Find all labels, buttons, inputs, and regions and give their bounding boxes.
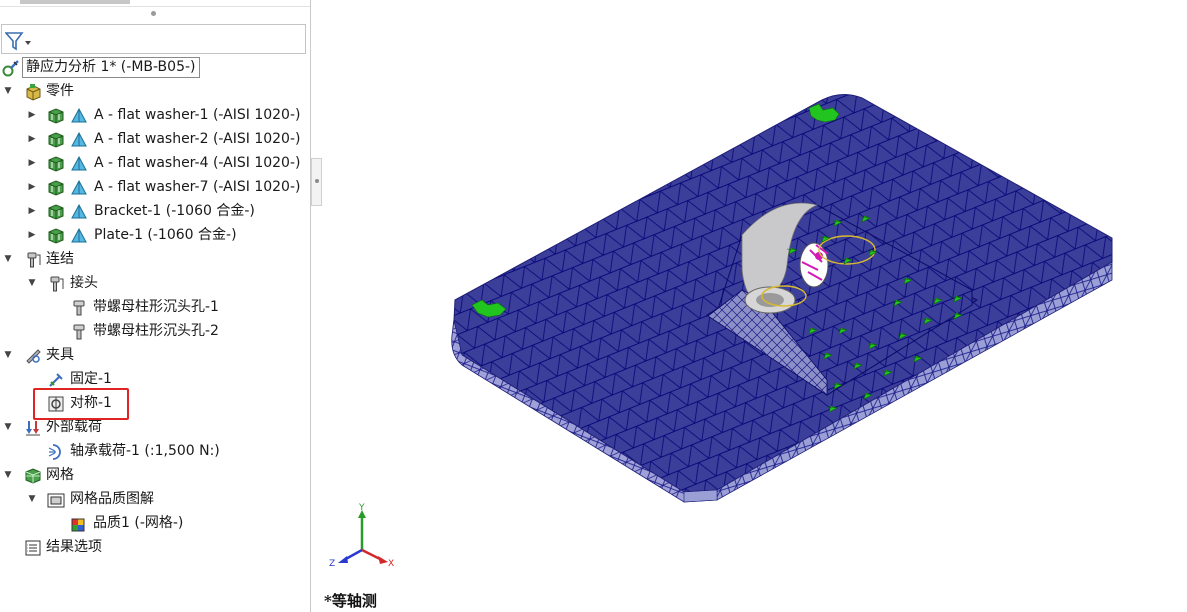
triad-z-label: Z [329,559,335,569]
solid-body-icon [48,108,64,124]
collapse-arrow-icon[interactable]: ▼ [2,248,14,271]
triad-y-label: Y [358,503,365,513]
collapse-arrow-icon[interactable]: ▼ [2,464,14,487]
tree-item-fixtures[interactable]: ▼ 夹具 [0,344,310,367]
tree-item-part[interactable]: ▶ A - flat washer-1 (-AISI 1020-) [0,104,310,127]
bearing-load-icon [48,444,61,460]
connections-label: 连结 [46,251,74,267]
expand-arrow-icon[interactable]: ▶ [26,176,38,199]
triad-x-label: X [388,559,394,569]
tree-item-joint[interactable]: ▼ 接头 [0,272,310,295]
quality-label: 品质1 (-网格-) [93,515,184,531]
material-icon [71,227,87,243]
material-icon [71,107,87,123]
collapse-arrow-icon[interactable]: ▼ [26,272,38,295]
tree-item-bolt[interactable]: 带螺母柱形沉头孔-1 [0,296,310,319]
panel-splitter[interactable] [311,158,322,206]
view-orientation-label: *等轴测 [324,592,377,610]
filter-icon[interactable] [5,31,35,51]
selection-highlight [33,388,129,420]
expand-arrow-icon[interactable]: ▶ [26,104,38,127]
mesh-icon [25,468,41,484]
splitter-grip-icon [315,179,319,183]
result-options-icon [25,540,41,556]
part-label: Bracket-1 (-1060 合金-) [94,203,255,219]
tree-item-parts[interactable]: ▼ 零件 [0,80,310,103]
mesh-label: 网格 [46,467,74,483]
solid-body-icon [48,132,64,148]
tree-item-part[interactable]: ▶ A - flat washer-2 (-AISI 1020-) [0,128,310,151]
tree-item-connections[interactable]: ▼ 连结 [0,248,310,271]
part-label: A - flat washer-4 (-AISI 1020-) [94,155,301,171]
material-icon [71,155,87,171]
graphics-viewport[interactable]: Y X Z *等轴测 [322,0,1187,612]
resize-grip[interactable] [151,11,156,16]
fixtures-icon [26,349,41,364]
tree-item-part[interactable]: ▶ A - flat washer-4 (-AISI 1020-) [0,152,310,175]
quality-plot-icon [71,518,85,532]
expand-arrow-icon[interactable]: ▶ [26,152,38,175]
fixtures-label: 夹具 [46,347,74,363]
tree-item-part[interactable]: ▶ Bracket-1 (-1060 合金-) [0,200,310,223]
connections-icon [27,252,41,268]
collapse-arrow-icon[interactable]: ▼ [26,488,38,511]
tree-item-quality[interactable]: 品质1 (-网格-) [0,512,310,535]
bolt-label: 带螺母柱形沉头孔-1 [93,299,219,315]
study-label: 静应力分析 1* (-MB-B05-) [22,57,200,78]
solid-body-icon [48,180,64,196]
bolt-icon [73,324,85,340]
axis-triad: Y X Z [329,503,394,569]
tree-filter-input[interactable] [1,24,306,54]
bolt-icon [73,300,85,316]
expand-arrow-icon[interactable]: ▶ [26,224,38,247]
bolt-label: 带螺母柱形沉头孔-2 [93,323,219,339]
joint-label: 接头 [70,275,98,291]
tree-item-part[interactable]: ▶ A - flat washer-7 (-AISI 1020-) [0,176,310,199]
collapse-arrow-icon[interactable]: ▼ [2,344,14,367]
parts-icon [26,84,41,101]
tree-item-study[interactable]: 静应力分析 1* (-MB-B05-) [0,56,310,79]
collapse-arrow-icon[interactable]: ▼ [2,416,14,439]
result-options-label: 结果选项 [46,539,102,555]
tree-item-result-options[interactable]: 结果选项 [0,536,310,559]
tree-item-bearing-load[interactable]: 轴承载荷-1 (:1,500 N:) [0,440,310,463]
joint-icon [50,276,64,292]
tree-item-part[interactable]: ▶ Plate-1 (-1060 合金-) [0,224,310,247]
fixed-geometry-icon [49,373,63,387]
external-loads-icon [26,421,40,436]
material-icon [71,131,87,147]
bearing-load-label: 轴承载荷-1 (:1,500 N:) [70,443,220,459]
folder-icon [47,493,65,508]
expand-arrow-icon[interactable]: ▶ [26,128,38,151]
feature-manager-panel: 静应力分析 1* (-MB-B05-) ▼ 零件 ▶ A - flat wash… [0,0,311,612]
mesh-model[interactable]: Y X Z [322,0,1187,612]
quality-plot-label: 网格品质图解 [70,491,154,507]
expand-arrow-icon[interactable]: ▶ [26,200,38,223]
panel-separator [0,6,310,7]
panel-tab[interactable] [20,0,130,4]
tree-item-mesh[interactable]: ▼ 网格 [0,464,310,487]
solid-body-icon [48,156,64,172]
material-icon [71,179,87,195]
part-label: A - flat washer-7 (-AISI 1020-) [94,179,301,195]
material-icon [71,203,87,219]
part-label: Plate-1 (-1060 合金-) [94,227,237,243]
tree-item-bolt[interactable]: 带螺母柱形沉头孔-2 [0,320,310,343]
solid-body-icon [48,204,64,220]
parts-label: 零件 [46,83,74,99]
study-icon [2,60,19,77]
solid-body-icon [48,228,64,244]
part-label: A - flat washer-2 (-AISI 1020-) [94,131,301,147]
part-label: A - flat washer-1 (-AISI 1020-) [94,107,301,123]
tree-item-quality-plot[interactable]: ▼ 网格品质图解 [0,488,310,511]
collapse-arrow-icon[interactable]: ▼ [2,80,14,103]
